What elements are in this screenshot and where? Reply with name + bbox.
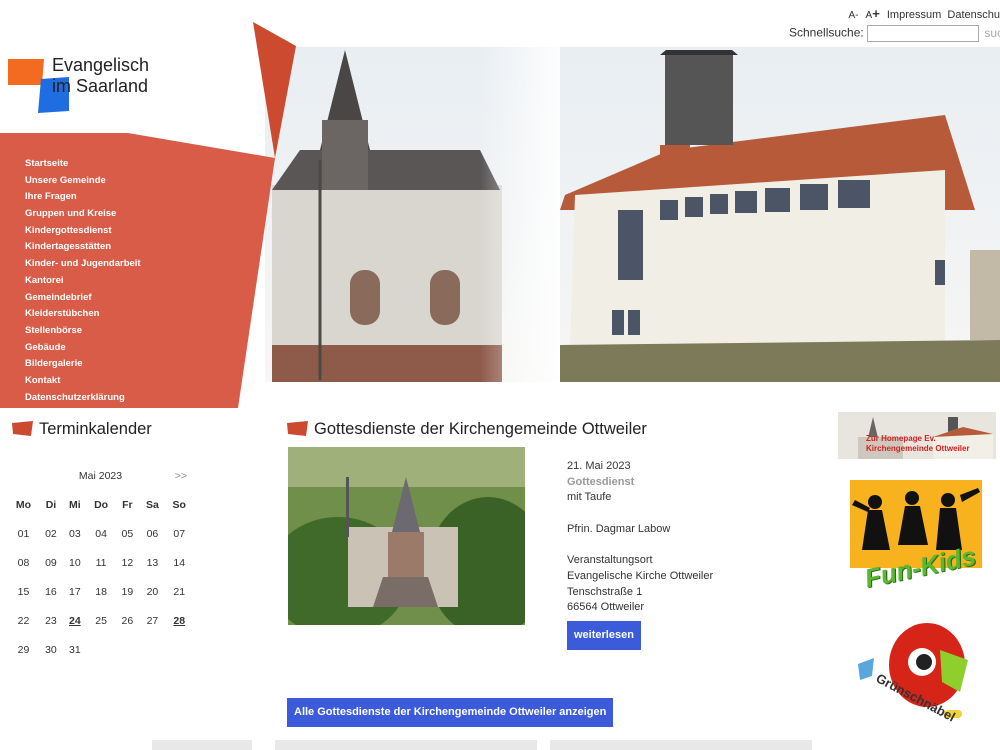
weekday-header: Do [94, 498, 109, 511]
service-date: 21. Mai 2023 [567, 460, 631, 472]
calendar-day: 31 [68, 643, 81, 656]
nav-item-11[interactable]: Gebäude [0, 340, 240, 357]
calendar-title: Terminkalender [39, 420, 152, 438]
calendar-day: 05 [121, 527, 134, 540]
calendar-day: 20 [146, 585, 159, 598]
nav-item-14[interactable]: Datenschutzerklärung [0, 390, 240, 407]
venue-street: Tenschstraße 1 [567, 585, 643, 598]
calendar-day: 11 [95, 556, 107, 569]
calendar-day: 12 [121, 556, 134, 569]
calendar-day: 03 [68, 527, 81, 540]
calendar-week: 15 16 17 18 19 20 21 [8, 577, 193, 606]
calendar-day: 08 [17, 556, 30, 569]
nav-item-5[interactable]: Kindertagesstätten [0, 239, 240, 256]
service-type[interactable]: Gottesdienst [567, 475, 713, 491]
calendar-week: 22 23 24 25 26 27 28 [8, 606, 193, 635]
weekday-header: So [172, 498, 186, 511]
all-services-button[interactable]: Alle Gottesdienste der Kirchengemeinde O… [287, 698, 614, 727]
calendar-day [166, 635, 193, 664]
heading-flag-icon [287, 421, 308, 436]
services-title: Gottesdienste der Kirchengemeinde Ottwei… [314, 420, 647, 438]
calendar-day: 10 [68, 556, 81, 569]
parrot-icon [858, 623, 968, 718]
calendar-month: Mai 2023 >> [8, 462, 193, 490]
calendar-day: 07 [173, 527, 186, 540]
nav-item-9[interactable]: Kleiderstübchen [0, 306, 240, 323]
service-pastor: Pfrin. Dagmar Labow [567, 522, 671, 535]
nav-item-10[interactable]: Stellenbörse [0, 323, 240, 340]
gruenschnaebel-logo[interactable]: Grünschnäbel [852, 620, 972, 740]
calendar-day: 13 [146, 556, 159, 569]
calendar: Mai 2023 >> Mo Di Mi Do Fr Sa So 01 02 03 04 05 06 0… [8, 462, 193, 664]
bottom-box-1 [152, 740, 252, 750]
calendar-day: 04 [95, 527, 107, 540]
service-note: mit Taufe [567, 491, 612, 504]
nav-item-2[interactable]: Ihre Fragen [0, 189, 240, 206]
calendar-day: 25 [95, 614, 107, 627]
calendar-day [139, 635, 165, 664]
calendar-day: 14 [173, 556, 186, 569]
nav-item-3[interactable]: Gruppen und Kreise [0, 206, 240, 223]
calendar-week: 08 09 10 11 12 13 14 [8, 548, 193, 577]
weekday-header: Mo [15, 498, 32, 511]
banner-line2: Kirchengemeinde Ottweiler [866, 444, 970, 453]
read-more-button[interactable]: weiterlesen [567, 621, 641, 650]
calendar-day: 30 [45, 643, 57, 656]
calendar-day: 15 [17, 585, 30, 598]
nav-item-6[interactable]: Kinder- und Jugendarbeit [0, 256, 240, 273]
calendar-day: 17 [68, 585, 81, 598]
calendar-day: 18 [95, 585, 107, 598]
nav-item-13[interactable]: Kontakt [0, 373, 240, 390]
calendar-day: 26 [121, 614, 134, 627]
calendar-week: 29 30 31 [8, 635, 193, 664]
venue-city: 66564 Ottweiler [567, 601, 645, 614]
homepage-banner[interactable]: Zur Homepage Ev. Kirchengemeinde Ottweil… [838, 412, 996, 459]
weekday-header: Di [45, 498, 57, 511]
services-heading: Gottesdienste der Kirchengemeinde Ottwei… [287, 420, 647, 439]
banner-line1: Zur Homepage Ev. [866, 434, 936, 443]
service-details: 21. Mai 2023 Gottesdienst mit Taufe Pfri… [567, 459, 713, 650]
nav-item-7[interactable]: Kantorei [0, 273, 240, 290]
calendar-day: 02 [45, 527, 57, 540]
weekday-header: Mi [69, 498, 81, 511]
calendar-day-event[interactable]: 28 [166, 606, 193, 635]
calendar-grid: Mo Di Mi Do Fr Sa So 01 02 03 04 05 06 07 08 09 10 11 12 1… [8, 490, 193, 664]
calendar-day [115, 635, 139, 664]
calendar-week: 01 02 03 04 05 06 07 [8, 519, 193, 548]
nav-item-8[interactable]: Gemeindebrief [0, 290, 240, 307]
calendar-day: 09 [45, 556, 57, 569]
heading-flag-icon [12, 421, 33, 436]
calendar-day: 22 [17, 614, 30, 627]
funkids-logo[interactable]: Fun-Kids [850, 480, 982, 598]
calendar-day [87, 635, 116, 664]
weekday-header: Fr [122, 498, 133, 511]
calendar-next-button[interactable]: >> [175, 462, 187, 490]
nav-item-0[interactable]: Startseite [0, 156, 240, 173]
calendar-month-label: Mai 2023 [78, 470, 123, 482]
calendar-day: 06 [146, 527, 159, 540]
weekday-header: Sa [145, 498, 159, 511]
nav-item-12[interactable]: Bildergalerie [0, 356, 240, 373]
venue-name: Evangelische Kirche Ottweiler [567, 569, 714, 582]
calendar-day: 19 [121, 585, 134, 598]
calendar-day: 21 [173, 585, 186, 598]
calendar-day-event[interactable]: 24 [63, 606, 87, 635]
nav-item-1[interactable]: Unsere Gemeinde [0, 173, 240, 190]
bottom-box-3 [550, 740, 812, 750]
calendar-day: 01 [17, 527, 30, 540]
main-nav: Startseite Unsere Gemeinde Ihre Fragen Grup… [0, 156, 240, 406]
calendar-day: 16 [45, 585, 57, 598]
bottom-box-2 [275, 740, 537, 750]
calendar-day: 27 [146, 614, 159, 627]
service-photo[interactable] [288, 447, 525, 625]
calendar-heading: Terminkalender [12, 420, 152, 439]
venue-label: Veranstaltungsort [567, 554, 653, 567]
calendar-day: 23 [45, 614, 57, 627]
calendar-day: 29 [17, 643, 30, 656]
nav-item-4[interactable]: Kindergottesdienst [0, 223, 240, 240]
